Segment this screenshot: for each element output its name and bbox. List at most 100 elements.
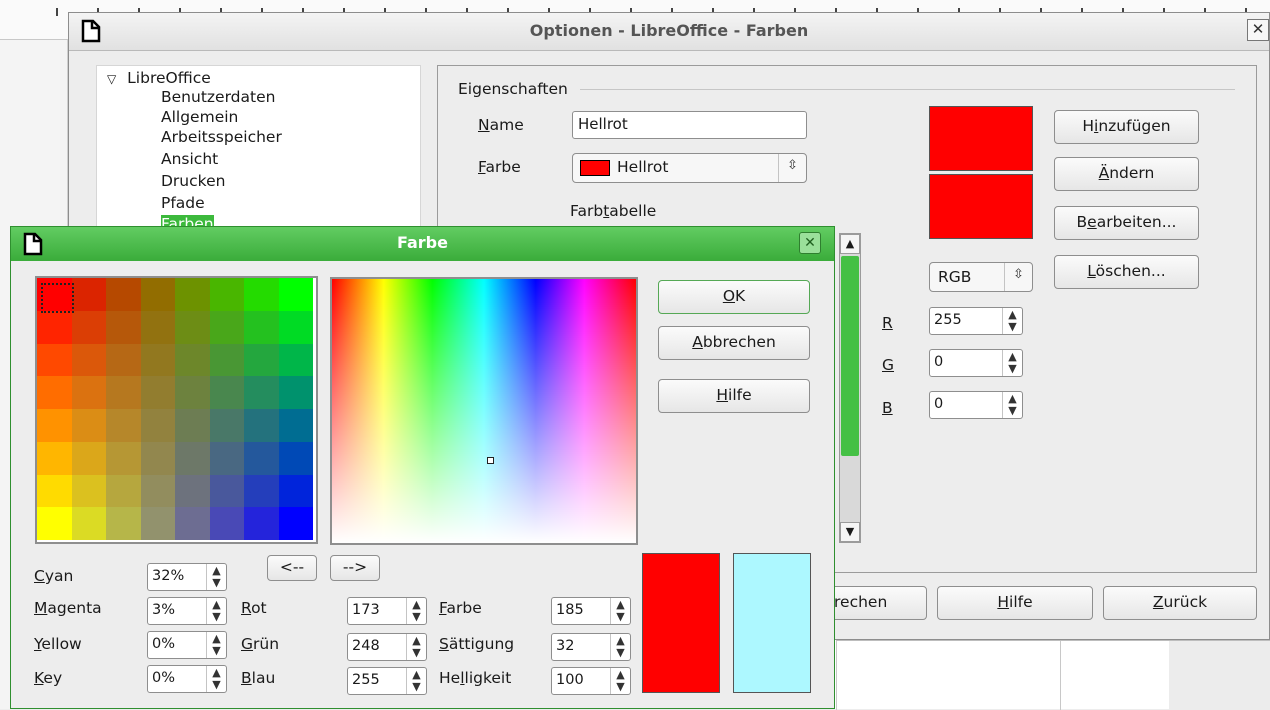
palette-next-button[interactable]: --> (330, 555, 380, 581)
edit-button[interactable]: Bearbeiten... (1054, 206, 1199, 240)
palette-swatch[interactable] (175, 278, 210, 311)
palette-swatch[interactable] (209, 343, 244, 377)
palette-swatch[interactable] (71, 343, 106, 377)
palette-swatch[interactable] (278, 278, 313, 311)
palette-swatch[interactable] (209, 310, 244, 344)
palette-swatch[interactable] (71, 507, 106, 540)
magenta-spinner[interactable]: 3% ▲ ▼ (147, 597, 227, 625)
palette-swatch[interactable] (140, 474, 175, 508)
palette-swatch[interactable] (244, 376, 279, 409)
color-picker-titlebar[interactable]: Farbe ✕ (11, 227, 834, 261)
palette-swatch[interactable] (175, 409, 210, 442)
color-select[interactable]: Hellrot ⇳ (572, 153, 807, 183)
palette-swatch[interactable] (209, 409, 244, 442)
back-button[interactable]: Zurück (1103, 586, 1257, 620)
palette-swatch[interactable] (140, 507, 175, 540)
cancel-button[interactable]: Abbrechen (658, 326, 810, 360)
close-icon[interactable]: ✕ (799, 232, 821, 254)
palette-swatch[interactable] (175, 343, 210, 377)
palette-prev-button[interactable]: <-- (267, 555, 317, 581)
palette-swatch[interactable] (175, 376, 210, 409)
palette-swatch[interactable] (175, 507, 210, 540)
palette-swatch[interactable] (37, 310, 72, 344)
palette-swatch[interactable] (244, 278, 279, 311)
palette-swatch[interactable] (140, 310, 175, 344)
palette-swatch[interactable] (278, 441, 313, 475)
scrollbar-thumb[interactable] (841, 256, 859, 456)
palette-swatch[interactable] (140, 278, 175, 311)
palette-swatch[interactable] (140, 376, 175, 409)
palette-swatch[interactable] (106, 507, 141, 540)
palette-swatch[interactable] (278, 409, 313, 442)
tree-item-allgemein[interactable]: Allgemein (161, 108, 238, 126)
scroll-up-icon[interactable]: ▲ (840, 234, 860, 254)
add-button[interactable]: Hinzufügen (1054, 110, 1199, 144)
palette-swatch[interactable] (37, 343, 72, 377)
saturation-spinner[interactable]: 32 ▲ ▼ (551, 633, 631, 661)
palette-swatch[interactable] (140, 343, 175, 377)
palette-swatch[interactable] (278, 474, 313, 508)
palette-swatch[interactable] (37, 376, 72, 409)
tree-item-drucken[interactable]: Drucken (161, 172, 225, 190)
gruen-spinner[interactable]: 248 ▲ ▼ (347, 633, 427, 661)
tree-item-pfade[interactable]: Pfade (161, 194, 205, 212)
spectrum-cursor[interactable] (487, 457, 494, 464)
r-spinner[interactable]: 255 ▲ ▼ (929, 307, 1023, 335)
palette-swatch[interactable] (278, 310, 313, 344)
tree-root[interactable]: ▽ LibreOffice (107, 69, 211, 87)
palette-swatch[interactable] (175, 310, 210, 344)
palette-swatch[interactable] (71, 278, 106, 311)
palette-swatch[interactable] (244, 343, 279, 377)
yellow-spinner[interactable]: 0% ▲ ▼ (147, 631, 227, 659)
tree-item-benutzerdaten[interactable]: Benutzerdaten (161, 88, 275, 106)
close-icon[interactable]: ✕ (1247, 19, 1269, 41)
change-button[interactable]: Ändern (1054, 157, 1199, 191)
g-spinner[interactable]: 0 ▲ ▼ (929, 349, 1023, 377)
palette-swatch[interactable] (209, 474, 244, 508)
ok-button[interactable]: OK (658, 280, 810, 314)
palette-swatch[interactable] (37, 441, 72, 475)
palette-swatch[interactable] (175, 474, 210, 508)
palette-swatch[interactable] (37, 409, 72, 442)
tree-item-ansicht[interactable]: Ansicht (161, 150, 218, 168)
palette-swatch[interactable] (71, 310, 106, 344)
palette-swatch[interactable] (209, 376, 244, 409)
palette-swatch[interactable] (71, 441, 106, 475)
color-palette-grid[interactable] (35, 276, 318, 544)
palette-swatch[interactable] (278, 343, 313, 377)
palette-swatch[interactable] (244, 409, 279, 442)
palette-swatch[interactable] (209, 507, 244, 540)
cyan-spinner[interactable]: 32% ▲ ▼ (147, 563, 227, 591)
expand-triangle-icon[interactable]: ▽ (107, 72, 116, 86)
scroll-down-icon[interactable]: ▼ (840, 522, 860, 542)
palette-swatch[interactable] (209, 278, 244, 311)
palette-swatch[interactable] (278, 507, 313, 540)
palette-swatch[interactable] (278, 376, 313, 409)
color-table-scrollbar[interactable]: ▲ ▼ (839, 233, 861, 543)
brightness-spinner[interactable]: 100 ▲ ▼ (551, 667, 631, 695)
palette-swatch[interactable] (244, 441, 279, 475)
b-spinner[interactable]: 0 ▲ ▼ (929, 391, 1023, 419)
palette-swatch[interactable] (106, 278, 141, 311)
palette-swatch[interactable] (106, 310, 141, 344)
palette-swatch[interactable] (209, 441, 244, 475)
tree-item-arbeitsspeicher[interactable]: Arbeitsspeicher (161, 128, 282, 146)
palette-swatch[interactable] (106, 474, 141, 508)
palette-swatch[interactable] (71, 474, 106, 508)
delete-button[interactable]: Löschen... (1054, 255, 1199, 289)
name-field[interactable]: Hellrot (572, 111, 807, 139)
palette-swatch[interactable] (106, 409, 141, 442)
palette-swatch[interactable] (71, 409, 106, 442)
help-button[interactable]: Hilfe (937, 586, 1093, 620)
palette-swatch[interactable] (175, 441, 210, 475)
hue-spinner[interactable]: 185 ▲ ▼ (551, 597, 631, 625)
palette-swatch[interactable] (71, 376, 106, 409)
color-model-select[interactable]: RGB ⇳ (929, 262, 1033, 292)
palette-swatch[interactable] (37, 474, 72, 508)
palette-swatch[interactable] (106, 376, 141, 409)
options-titlebar[interactable]: Optionen - LibreOffice - Farben ✕ (69, 13, 1269, 51)
palette-swatch[interactable] (106, 441, 141, 475)
color-spectrum-field[interactable] (330, 277, 638, 545)
palette-swatch[interactable] (106, 343, 141, 377)
palette-swatch[interactable] (244, 507, 279, 540)
